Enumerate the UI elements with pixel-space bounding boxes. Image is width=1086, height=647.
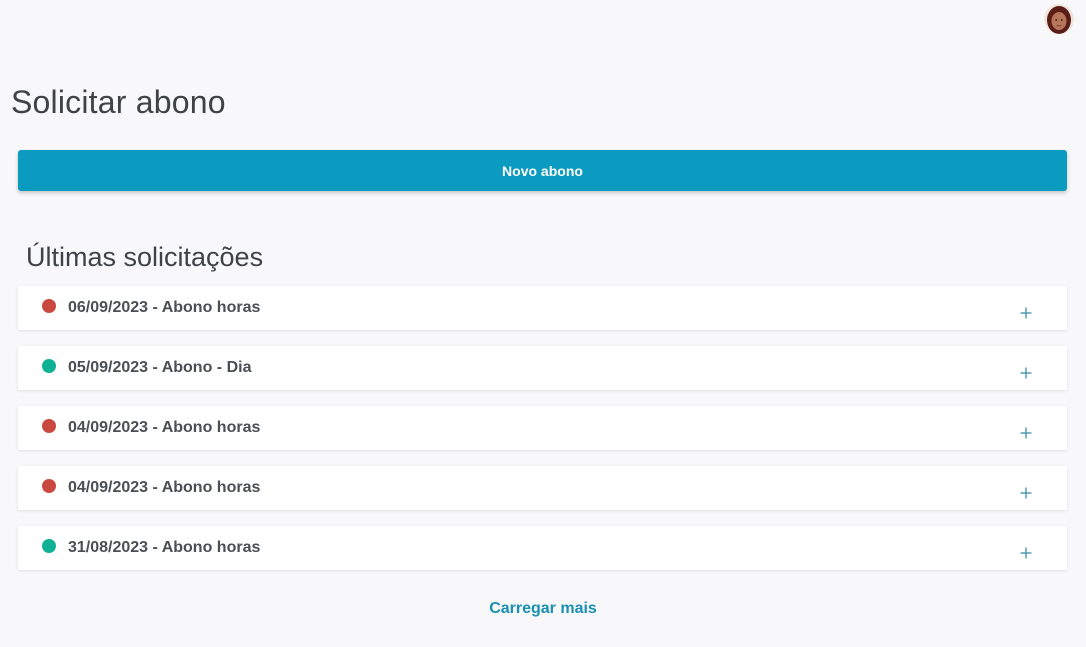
request-item[interactable]: 05/09/2023 - Abono - Dia xyxy=(18,346,1067,390)
request-label: 04/09/2023 - Abono horas xyxy=(68,479,261,496)
page-title: Solicitar abono xyxy=(11,84,226,120)
section-title: Últimas solicitações xyxy=(26,242,264,272)
request-label: 04/09/2023 - Abono horas xyxy=(68,419,261,436)
request-label: 06/09/2023 - Abono horas xyxy=(68,299,261,316)
status-dot-icon xyxy=(42,299,56,313)
plus-icon[interactable] xyxy=(1019,306,1033,320)
load-more-link[interactable]: Carregar mais xyxy=(0,600,1086,618)
plus-icon[interactable] xyxy=(1019,366,1033,380)
request-item[interactable]: 04/09/2023 - Abono horas xyxy=(18,466,1067,510)
status-dot-icon xyxy=(42,419,56,433)
user-avatar[interactable] xyxy=(1044,4,1074,34)
plus-icon[interactable] xyxy=(1019,486,1033,500)
avatar-icon xyxy=(1044,4,1074,34)
status-dot-icon xyxy=(42,479,56,493)
plus-icon[interactable] xyxy=(1019,546,1033,560)
plus-icon[interactable] xyxy=(1019,426,1033,440)
request-item[interactable]: 04/09/2023 - Abono horas xyxy=(18,406,1067,450)
request-label: 31/08/2023 - Abono horas xyxy=(68,539,261,556)
request-label: 05/09/2023 - Abono - Dia xyxy=(68,359,252,376)
status-dot-icon xyxy=(42,359,56,373)
request-list: 06/09/2023 - Abono horas 05/09/2023 - Abo… xyxy=(18,286,1067,586)
request-item[interactable]: 06/09/2023 - Abono horas xyxy=(18,286,1067,330)
new-abono-button[interactable]: Novo abono xyxy=(18,150,1067,191)
status-dot-icon xyxy=(42,539,56,553)
request-item[interactable]: 31/08/2023 - Abono horas xyxy=(18,526,1067,570)
